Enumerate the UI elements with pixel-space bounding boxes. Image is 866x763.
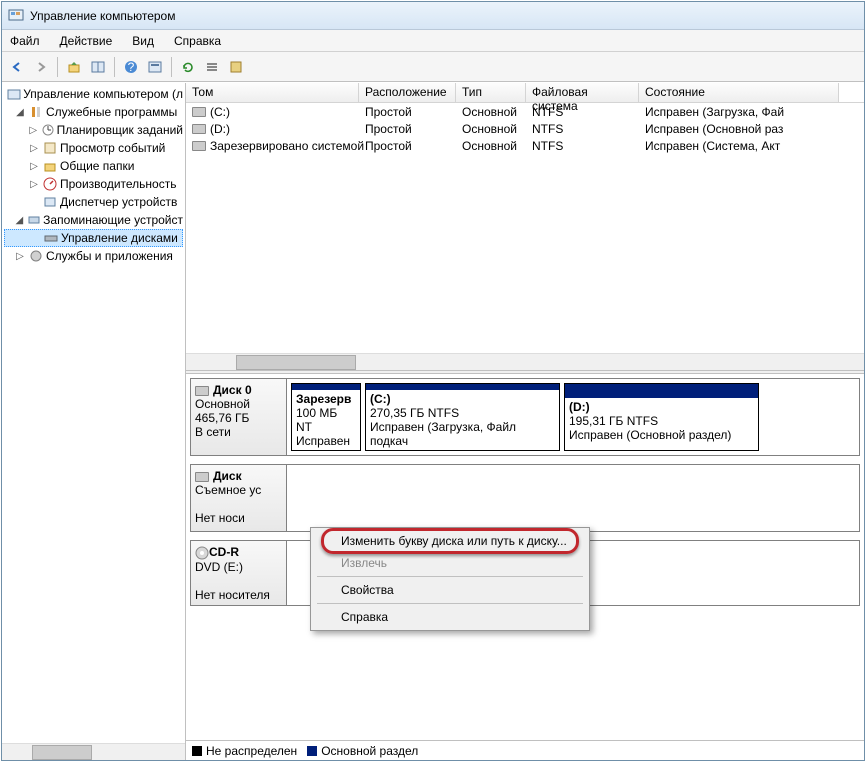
svg-text:?: ? [128,60,135,74]
ctx-separator [317,603,583,604]
menu-action[interactable]: Действие [56,32,117,50]
up-button[interactable] [63,56,85,78]
disk-icon [195,472,209,482]
tree-scheduler[interactable]: ▷Планировщик заданий [4,121,183,139]
nav-tree[interactable]: Управление компьютером (л ◢Служебные про… [2,83,186,760]
disk1-label[interactable]: Диск Съемное ус Нет носи [191,465,287,531]
col-fs[interactable]: Файловая система [526,83,639,102]
back-button[interactable] [6,56,28,78]
cdrom-label[interactable]: CD-R DVD (E:) Нет носителя [191,541,287,605]
computer-management-window: Управление компьютером Файл Действие Вид… [1,1,865,761]
menu-file[interactable]: Файл [6,32,44,50]
right-pane: Том Расположение Тип Файловая система Со… [186,83,864,760]
content-area: Управление компьютером (л ◢Служебные про… [2,82,864,760]
drive-icon [192,141,206,151]
context-menu: Изменить букву диска или путь к диску...… [310,527,590,631]
tree-services[interactable]: ▷Службы и приложения [4,247,183,265]
ctx-change-letter[interactable]: Изменить букву диска или путь к диску... [313,530,587,552]
col-layout[interactable]: Расположение [359,83,456,102]
partition-reserved[interactable]: Зарезерв100 МБ NTИсправен [291,383,361,451]
volume-row[interactable]: Зарезервировано системойПростойОсновнойN… [186,137,864,154]
tree-root[interactable]: Управление компьютером (л [4,85,183,103]
disk0-row[interactable]: Диск 0 Основной 465,76 ГБ В сети Зарезер… [190,378,860,456]
tree-storage[interactable]: ◢Запоминающие устройст [4,211,183,229]
partition-c[interactable]: (C:)270,35 ГБ NTFSИсправен (Загрузка, Фа… [365,383,560,451]
menu-help[interactable]: Справка [170,32,225,50]
ctx-help[interactable]: Справка [313,606,587,628]
disk1-row[interactable]: Диск Съемное ус Нет носи [190,464,860,532]
list-button[interactable] [201,56,223,78]
disk-icon [195,386,209,396]
help-button[interactable]: ? [120,56,142,78]
tree-shared[interactable]: ▷Общие папки [4,157,183,175]
settings-button[interactable] [225,56,247,78]
tree-devmgr[interactable]: Диспетчер устройств [4,193,183,211]
ctx-separator [317,576,583,577]
forward-button[interactable] [30,56,52,78]
toolbar: ? [2,52,864,82]
volume-row[interactable]: (D:)ПростойОсновнойNTFSИсправен (Основно… [186,120,864,137]
ctx-eject: Извлечь [313,552,587,574]
volume-scrollbar[interactable] [186,353,864,370]
disk0-label[interactable]: Диск 0 Основной 465,76 ГБ В сети [191,379,287,455]
legend-primary: Основной раздел [307,744,418,758]
menu-view[interactable]: Вид [128,32,158,50]
window-title: Управление компьютером [30,9,175,23]
cdrom-icon [195,545,209,559]
drive-icon [192,107,206,117]
show-console-button[interactable] [87,56,109,78]
refresh-button[interactable] [177,56,199,78]
menubar: Файл Действие Вид Справка [2,30,864,52]
drive-icon [192,124,206,134]
ctx-properties[interactable]: Свойства [313,579,587,601]
tree-eventviewer[interactable]: ▷Просмотр событий [4,139,183,157]
volume-row[interactable]: (C:)ПростойОсновнойNTFSИсправен (Загрузк… [186,103,864,120]
tree-perf[interactable]: ▷Производительность [4,175,183,193]
tree-diskmgmt[interactable]: Управление дисками [4,229,183,247]
app-icon [8,8,24,24]
col-tom[interactable]: Том [186,83,359,102]
volume-header[interactable]: Том Расположение Тип Файловая система Со… [186,83,864,103]
col-status[interactable]: Состояние [639,83,839,102]
volume-list[interactable]: (C:)ПростойОсновнойNTFSИсправен (Загрузк… [186,103,864,353]
tree-system-tools[interactable]: ◢Служебные программы [4,103,183,121]
legend: Не распределен Основной раздел [186,740,864,760]
col-type[interactable]: Тип [456,83,526,102]
legend-unalloc: Не распределен [192,744,297,758]
view-button[interactable] [144,56,166,78]
tree-scrollbar[interactable] [2,743,185,760]
partition-d[interactable]: (D:)195,31 ГБ NTFSИсправен (Основной раз… [564,383,759,451]
titlebar[interactable]: Управление компьютером [2,2,864,30]
